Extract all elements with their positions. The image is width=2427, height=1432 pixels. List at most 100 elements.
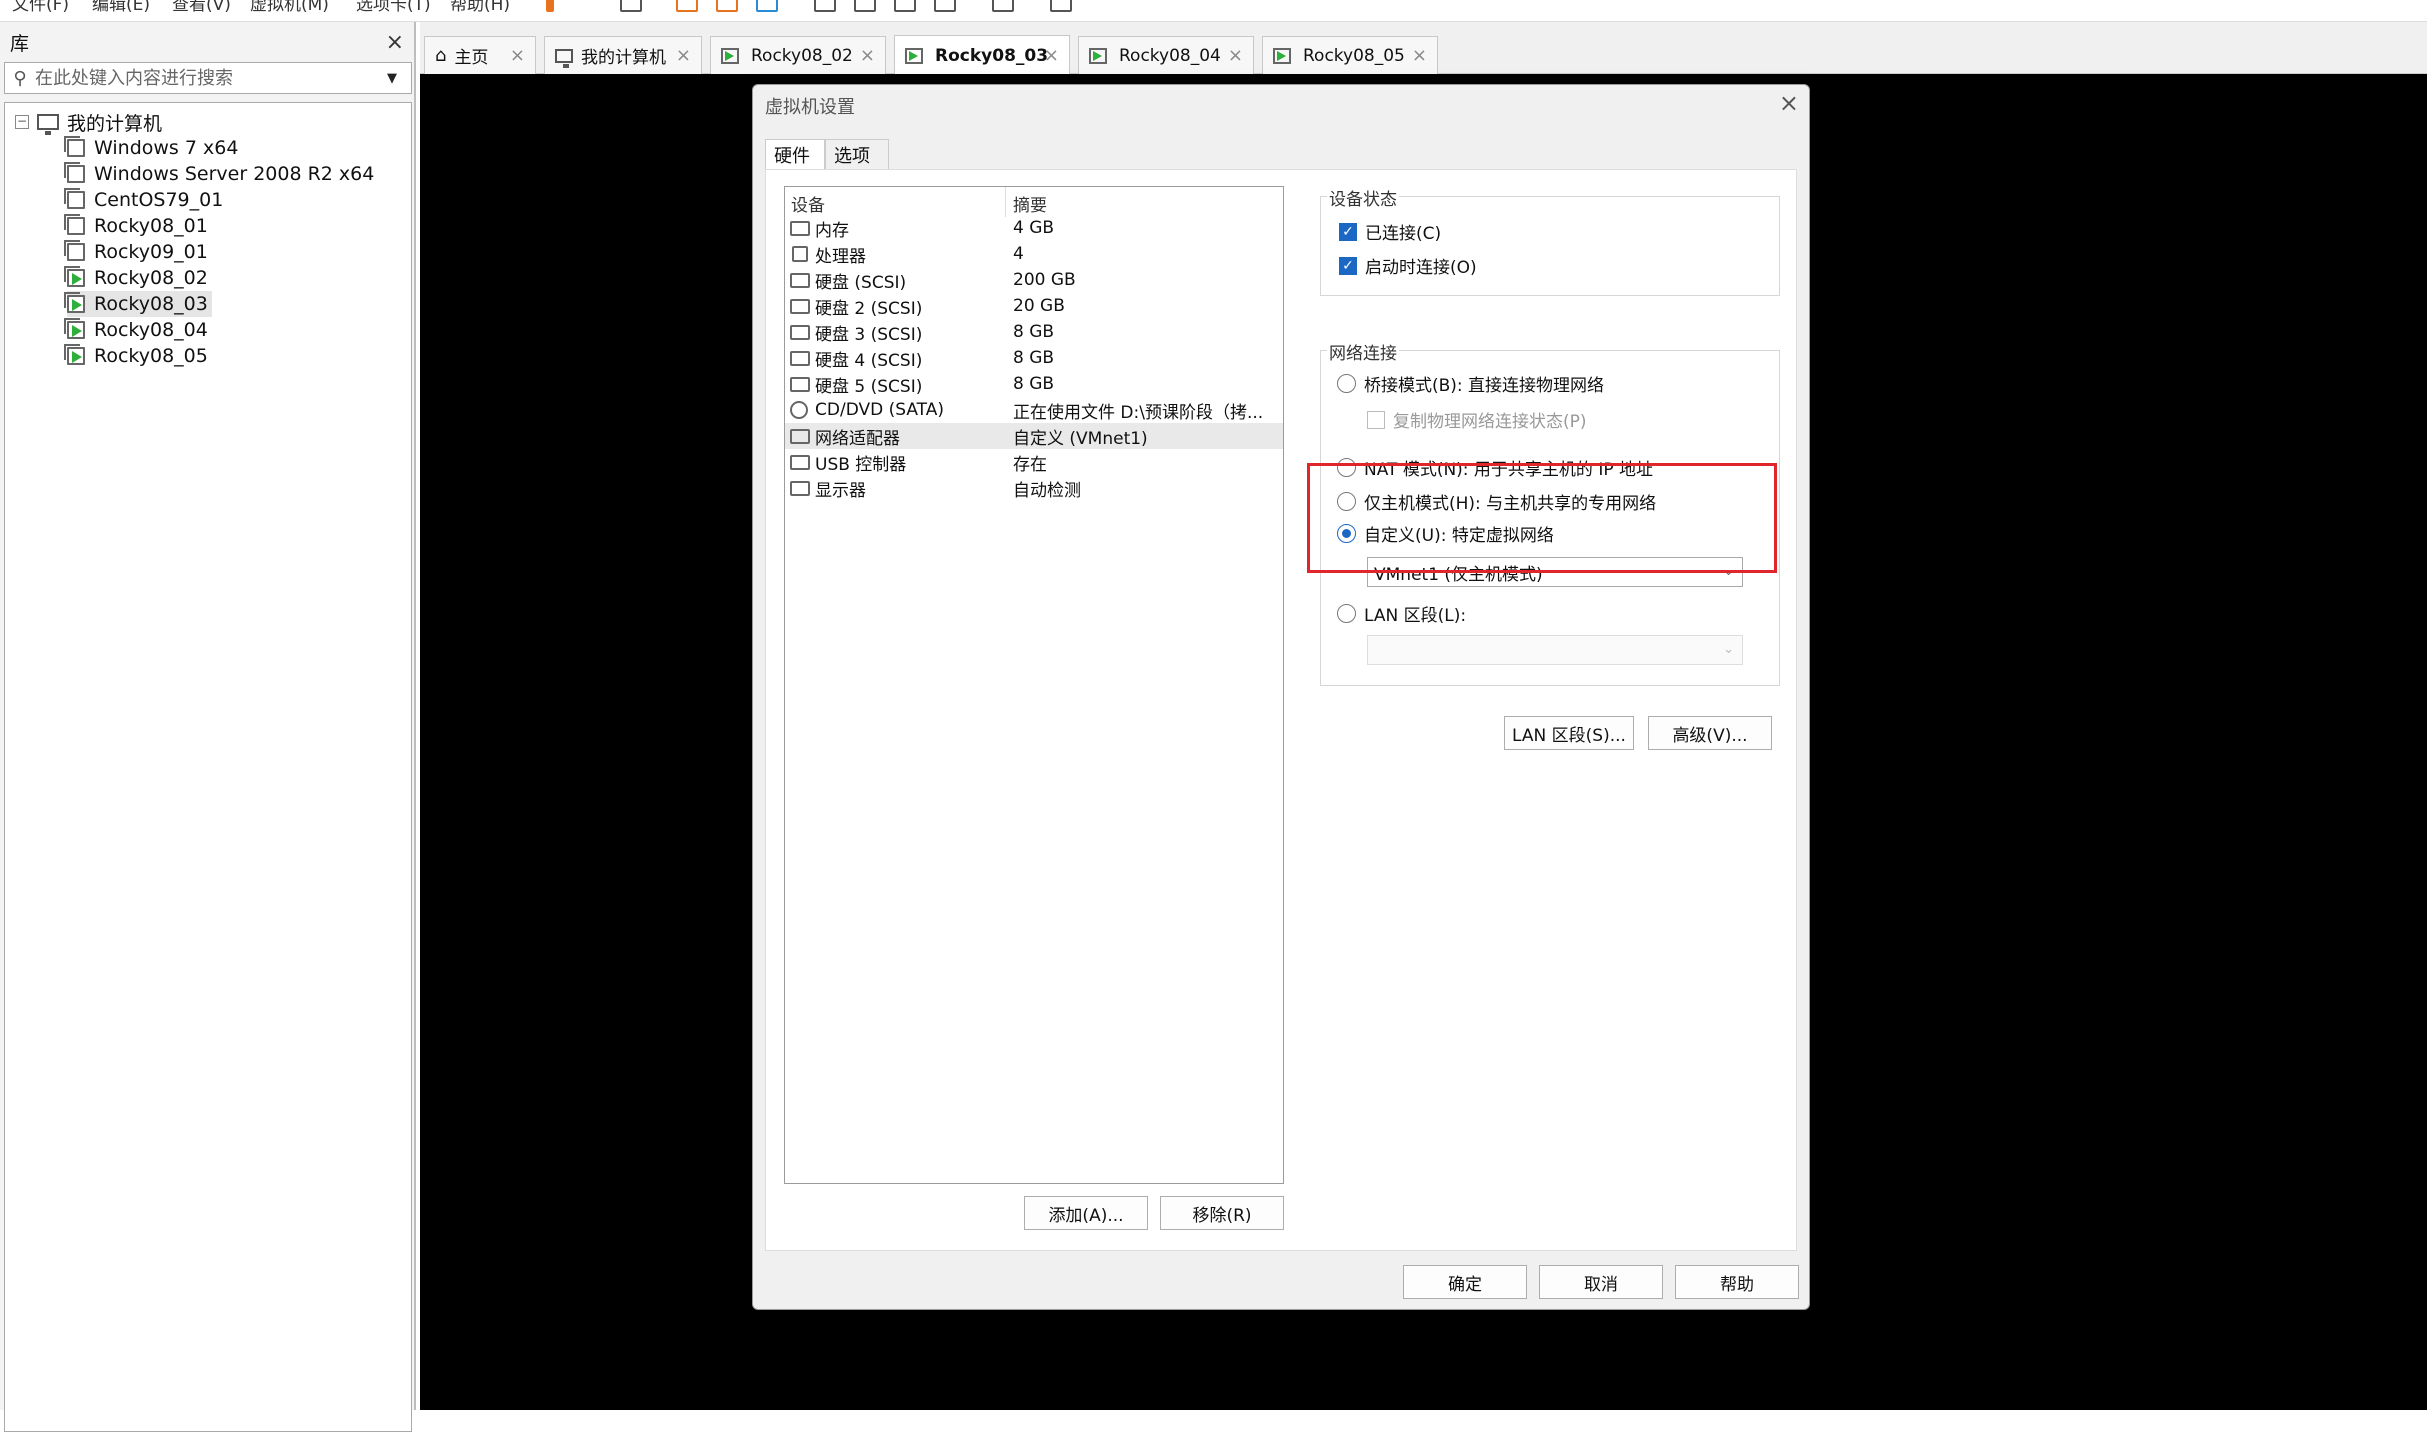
vm-running-icon: [64, 266, 85, 287]
device-summary: 4: [1013, 244, 1024, 264]
menu-file[interactable]: 文件(F): [12, 0, 69, 15]
tree-item-vm[interactable]: Windows 7 x64: [64, 135, 238, 161]
tab-close-icon[interactable]: ×: [1412, 45, 1427, 66]
bridged-radio[interactable]: 桥接模式(B): 直接连接物理网络: [1337, 371, 1604, 396]
hard-disk-icon: [790, 350, 810, 366]
lan-segments-button[interactable]: LAN 区段(S)...: [1504, 716, 1634, 750]
tab-close-icon[interactable]: ×: [510, 45, 525, 66]
tab-label: 我的计算机: [581, 48, 666, 68]
usb-icon: [790, 454, 810, 470]
search-dropdown-icon[interactable]: ▼: [387, 71, 411, 86]
hard-disk-icon: [790, 376, 810, 392]
pause-icon[interactable]: [546, 0, 554, 12]
tab-close-icon[interactable]: ×: [676, 45, 691, 66]
tab-rocky08-03[interactable]: Rocky08_03 ×: [894, 35, 1070, 75]
advanced-button[interactable]: 高级(V)...: [1648, 716, 1772, 750]
replicate-state-checkbox[interactable]: 复制物理网络连接状态(P): [1367, 407, 1587, 432]
device-row-disk-3[interactable]: 硬盘 3 (SCSI) 8 GB: [785, 319, 1283, 345]
snapshot-manager-icon[interactable]: [756, 0, 778, 12]
library-panel: 库 × ⚲ ▼ − 我的计算机 Windows 7 x64 Windows Se…: [0, 22, 416, 1432]
device-row-display[interactable]: 显示器 自动检测: [785, 475, 1283, 501]
stretch-icon[interactable]: [1050, 0, 1072, 12]
radio-icon: [1337, 604, 1356, 623]
tree-item-vm-selected[interactable]: Rocky08_03: [64, 291, 212, 317]
ok-button[interactable]: 确定: [1403, 1265, 1527, 1299]
device-row-usb[interactable]: USB 控制器 存在: [785, 449, 1283, 475]
menu-view[interactable]: 查看(V): [172, 0, 231, 15]
tab-close-icon[interactable]: ×: [860, 45, 875, 66]
lan-segment-radio[interactable]: LAN 区段(L):: [1337, 601, 1466, 626]
menu-help[interactable]: 帮助(H): [450, 0, 510, 15]
device-row-disk-2[interactable]: 硬盘 2 (SCSI) 20 GB: [785, 293, 1283, 319]
vm-icon: [64, 188, 85, 209]
device-row-network-adapter[interactable]: 网络适配器 自定义 (VMnet1): [785, 423, 1283, 449]
tree-root-label: 我的计算机: [67, 112, 163, 135]
remove-device-button[interactable]: 移除(R): [1160, 1196, 1284, 1230]
device-summary: 8 GB: [1013, 348, 1055, 368]
lan-segment-select[interactable]: ⌄: [1367, 635, 1743, 665]
menu-tabs[interactable]: 选项卡(T): [356, 0, 431, 15]
console-view-icon[interactable]: [992, 0, 1014, 12]
library-view-icon[interactable]: [814, 0, 836, 12]
device-summary: 8 GB: [1013, 374, 1055, 394]
library-search: ⚲ ▼: [4, 62, 412, 94]
device-name: 内存: [815, 220, 849, 241]
tab-label: 主页: [454, 48, 489, 68]
cd-dvd-icon: [790, 401, 808, 419]
thumbnail-view-icon[interactable]: [854, 0, 876, 12]
device-name: 硬盘 3 (SCSI): [815, 324, 923, 345]
device-summary: 8 GB: [1013, 322, 1055, 342]
device-name: 硬盘 2 (SCSI): [815, 298, 923, 319]
unity-icon[interactable]: [934, 0, 956, 12]
tab-hardware[interactable]: 硬件: [765, 139, 825, 169]
cancel-button[interactable]: 取消: [1539, 1265, 1663, 1299]
tree-item-vm[interactable]: Windows Server 2008 R2 x64: [64, 161, 374, 187]
hard-disk-icon: [790, 324, 810, 340]
tree-item-vm[interactable]: Rocky08_05: [64, 343, 208, 369]
send-keys-icon[interactable]: [620, 0, 642, 12]
dialog-close-icon[interactable]: ×: [1779, 89, 1799, 117]
tree-item-vm[interactable]: Rocky08_02: [64, 265, 208, 291]
collapse-icon[interactable]: −: [15, 115, 29, 129]
device-row-memory[interactable]: 内存 4 GB: [785, 215, 1283, 241]
tab-rocky08-04[interactable]: Rocky08_04 ×: [1078, 36, 1254, 74]
vm-tree: − 我的计算机 Windows 7 x64 Windows Server 200…: [4, 102, 412, 1432]
device-row-disk-4[interactable]: 硬盘 4 (SCSI) 8 GB: [785, 345, 1283, 371]
tab-rocky08-02[interactable]: Rocky08_02 ×: [710, 36, 886, 74]
library-close-icon[interactable]: ×: [386, 30, 404, 55]
menu-vm[interactable]: 虚拟机(M): [250, 0, 329, 15]
device-row-processor[interactable]: 处理器 4: [785, 241, 1283, 267]
tree-item-vm[interactable]: CentOS79_01: [64, 187, 223, 213]
tab-label: Rocky08_03: [935, 45, 1049, 66]
add-device-button[interactable]: 添加(A)...: [1024, 1196, 1148, 1230]
snapshot-icon[interactable]: [676, 0, 698, 12]
tab-rocky08-05[interactable]: Rocky08_05 ×: [1262, 36, 1438, 74]
hard-disk-icon: [790, 298, 810, 314]
device-row-disk-5[interactable]: 硬盘 5 (SCSI) 8 GB: [785, 371, 1283, 397]
help-button[interactable]: 帮助: [1675, 1265, 1799, 1299]
vm-icon: [64, 240, 85, 261]
computer-icon: [37, 114, 59, 135]
display-icon: [790, 480, 810, 496]
fullscreen-icon[interactable]: [894, 0, 916, 12]
device-row-cdrom[interactable]: CD/DVD (SATA) 正在使用文件 D:\预课阶段（拷...: [785, 397, 1283, 423]
tab-home[interactable]: ⌂ 主页 ×: [424, 36, 536, 74]
search-input[interactable]: [35, 64, 387, 92]
vm-running-icon: [1089, 47, 1107, 64]
network-connection-title: 网络连接: [1327, 339, 1399, 364]
menu-edit[interactable]: 编辑(E): [92, 0, 150, 15]
connect-on-power-checkbox[interactable]: ✓ 启动时连接(O): [1339, 253, 1477, 278]
tree-item-vm[interactable]: Rocky08_01: [64, 213, 208, 239]
connected-checkbox[interactable]: ✓ 已连接(C): [1339, 219, 1441, 244]
tree-item-vm[interactable]: Rocky09_01: [64, 239, 208, 265]
checkbox-label: 已连接(C): [1365, 224, 1442, 244]
tab-close-icon[interactable]: ×: [1044, 45, 1059, 66]
revert-icon[interactable]: [716, 0, 738, 12]
device-row-disk[interactable]: 硬盘 (SCSI) 200 GB: [785, 267, 1283, 293]
tree-root-my-computer[interactable]: − 我的计算机: [15, 109, 162, 135]
tab-close-icon[interactable]: ×: [1228, 45, 1243, 66]
tab-options[interactable]: 选项: [825, 139, 889, 169]
device-name: 硬盘 4 (SCSI): [815, 350, 923, 371]
tab-my-computer[interactable]: 我的计算机 ×: [544, 36, 702, 74]
tree-item-vm[interactable]: Rocky08_04: [64, 317, 208, 343]
